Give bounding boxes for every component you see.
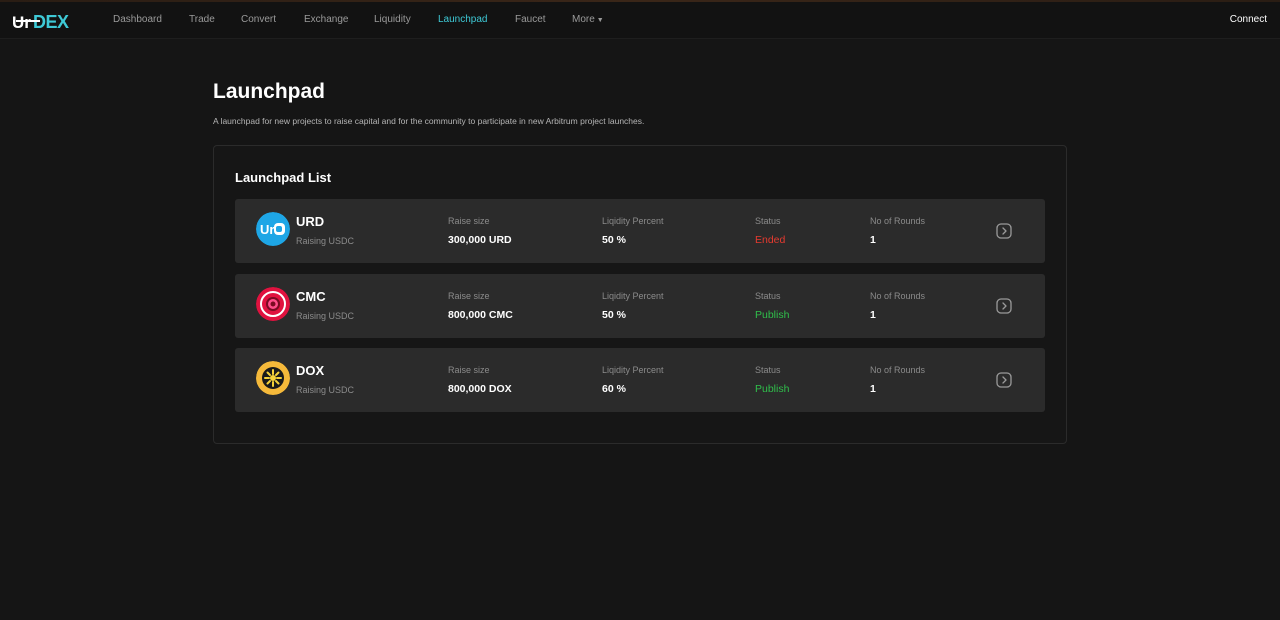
launchpad-list-title: Launchpad List xyxy=(235,170,332,185)
token-symbol: URD xyxy=(296,214,325,229)
raise-size-label: Raise size xyxy=(448,216,490,226)
dox-token-icon xyxy=(256,361,290,395)
status-label: Status xyxy=(755,216,781,226)
caret-down-icon: ▼ xyxy=(596,17,604,24)
rounds-label: No of Rounds xyxy=(870,291,926,301)
launchpad-row-dox[interactable]: DOX Raising USDC Raise size 800,000 DOX … xyxy=(235,348,1045,412)
status-label: Status xyxy=(755,291,781,301)
launchpad-list-panel: Launchpad List Ur URD Raising USDC Raise… xyxy=(213,145,1067,444)
raise-size-label: Raise size xyxy=(448,365,490,375)
urdex-logo[interactable]: Ur DEX xyxy=(12,9,80,33)
nav-liquidity[interactable]: Liquidity xyxy=(374,14,411,25)
connect-button[interactable]: Connect xyxy=(1230,14,1267,25)
status-value: Publish xyxy=(755,309,790,321)
svg-text:Ur: Ur xyxy=(12,13,31,32)
nav-more-label: More xyxy=(572,14,595,25)
liquidity-label: Liqidity Percent xyxy=(602,365,664,375)
nav-dashboard[interactable]: Dashboard xyxy=(113,14,162,25)
liquidity-value: 50 % xyxy=(602,234,626,246)
launchpad-row-urd[interactable]: Ur URD Raising USDC Raise size 300,000 U… xyxy=(235,199,1045,263)
liquidity-value: 60 % xyxy=(602,383,626,395)
nav-more[interactable]: More ▼ xyxy=(572,14,604,25)
token-symbol: DOX xyxy=(296,363,325,378)
svg-text:Ur: Ur xyxy=(260,222,274,237)
chevron-right-icon[interactable] xyxy=(996,372,1012,388)
raising-currency: Raising USDC xyxy=(296,236,355,246)
rounds-label: No of Rounds xyxy=(870,365,926,375)
liquidity-label: Liqidity Percent xyxy=(602,291,664,301)
rounds-label: No of Rounds xyxy=(870,216,926,226)
top-navbar: Ur DEX Dashboard Trade Convert Exchange … xyxy=(0,2,1280,39)
page-description: A launchpad for new projects to raise ca… xyxy=(213,116,645,126)
nav-exchange[interactable]: Exchange xyxy=(304,14,348,25)
cmc-token-icon xyxy=(256,287,290,321)
liquidity-value: 50 % xyxy=(602,309,626,321)
raise-size-value: 800,000 CMC xyxy=(448,309,513,321)
urd-token-icon: Ur xyxy=(256,212,290,246)
chevron-right-icon[interactable] xyxy=(996,223,1012,239)
chevron-right-icon[interactable] xyxy=(996,298,1012,314)
nav-launchpad[interactable]: Launchpad xyxy=(438,14,488,25)
raising-currency: Raising USDC xyxy=(296,311,355,321)
status-label: Status xyxy=(755,365,781,375)
status-value: Ended xyxy=(755,234,786,246)
rounds-value: 1 xyxy=(870,234,876,246)
token-symbol: CMC xyxy=(296,289,326,304)
page-title: Launchpad xyxy=(213,80,326,103)
liquidity-label: Liqidity Percent xyxy=(602,216,664,226)
rounds-value: 1 xyxy=(870,383,876,395)
nav-convert[interactable]: Convert xyxy=(241,14,276,25)
rounds-value: 1 xyxy=(870,309,876,321)
status-value: Publish xyxy=(755,383,790,395)
raise-size-value: 800,000 DOX xyxy=(448,383,512,395)
nav-faucet[interactable]: Faucet xyxy=(515,14,546,25)
raise-size-value: 300,000 URD xyxy=(448,234,512,246)
nav-trade[interactable]: Trade xyxy=(189,14,215,25)
launchpad-row-cmc[interactable]: CMC Raising USDC Raise size 800,000 CMC … xyxy=(235,274,1045,338)
raising-currency: Raising USDC xyxy=(296,385,355,395)
raise-size-label: Raise size xyxy=(448,291,490,301)
